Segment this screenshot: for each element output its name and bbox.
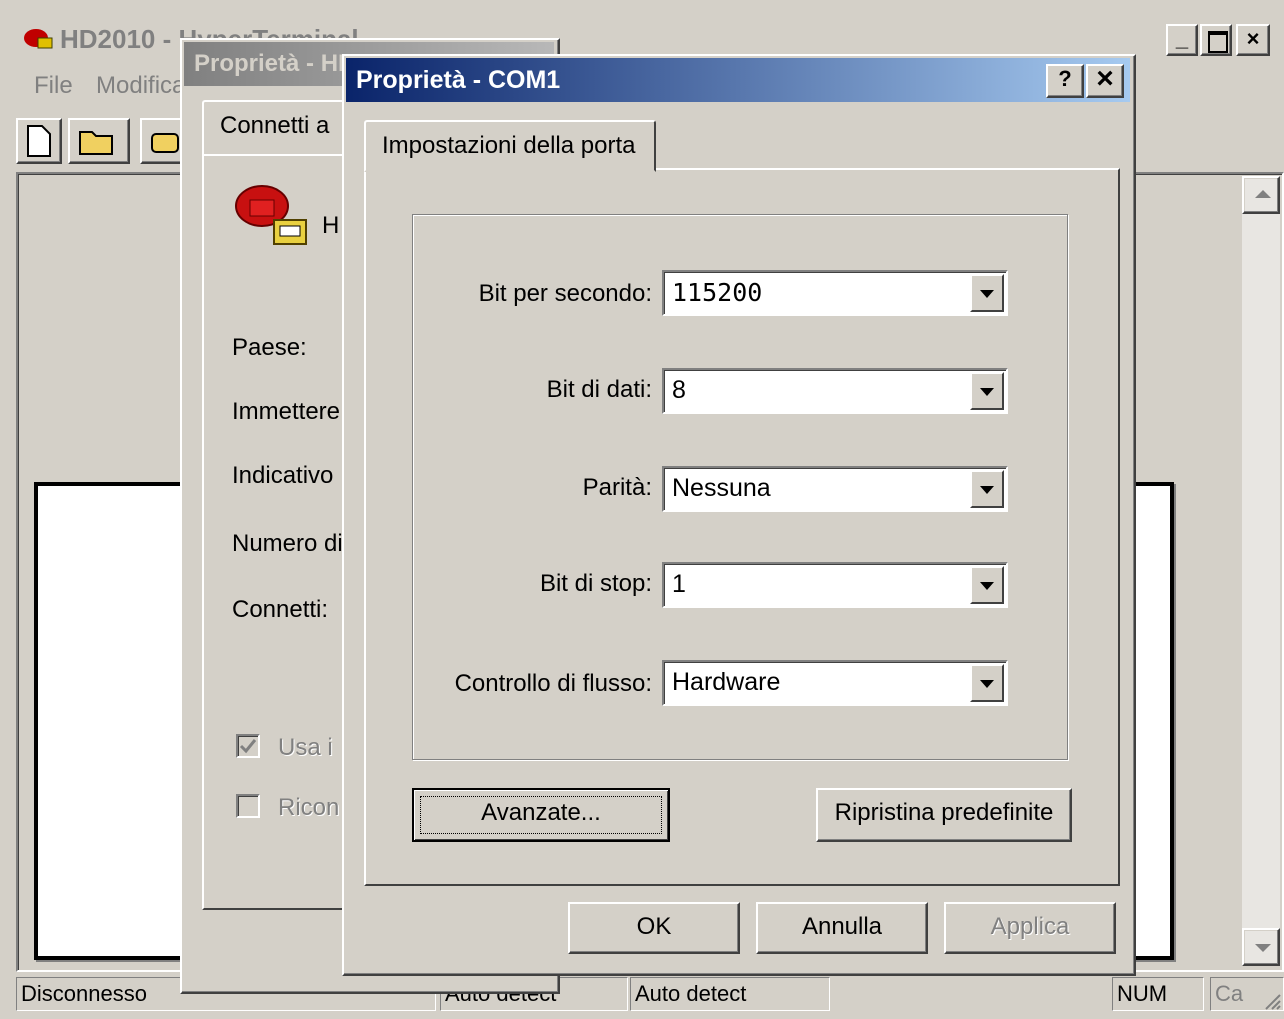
ok-button[interactable]: OK bbox=[568, 902, 740, 954]
bit-per-secondo-select[interactable]: 115200 bbox=[662, 270, 1008, 316]
parita-value: Nessuna bbox=[672, 474, 771, 502]
avanzate-button[interactable]: Avanzate... bbox=[412, 788, 670, 842]
status-detect-2: Auto detect bbox=[630, 977, 830, 1011]
dialog-title-bar: Proprietà - COM1 bbox=[346, 58, 1130, 102]
minimize-button[interactable]: _ bbox=[1166, 24, 1198, 56]
menu-modifica[interactable]: Modifica bbox=[96, 72, 185, 100]
parita-label: Parità: bbox=[582, 474, 652, 501]
new-file-button[interactable] bbox=[16, 118, 62, 164]
bit-di-dati-value: 8 bbox=[672, 376, 686, 404]
applica-button[interactable]: Applica bbox=[944, 902, 1116, 954]
ripristina-label: Ripristina predefinite bbox=[834, 799, 1054, 826]
status-num: NUM bbox=[1112, 977, 1204, 1011]
ok-label: OK bbox=[636, 913, 672, 940]
controllo-flusso-select[interactable]: Hardware bbox=[662, 660, 1008, 706]
field-numero-label: Numero di bbox=[232, 530, 343, 557]
back-checkbox-1-label: Usa i bbox=[278, 734, 333, 761]
tab-impostazioni-porta[interactable]: Impostazioni della porta bbox=[364, 120, 656, 172]
chevron-down-icon[interactable] bbox=[970, 372, 1004, 410]
vertical-scrollbar[interactable] bbox=[1242, 176, 1280, 966]
scroll-up-button[interactable] bbox=[1242, 176, 1280, 214]
chevron-down-icon[interactable] bbox=[970, 664, 1004, 702]
bit-di-stop-value: 1 bbox=[672, 570, 686, 598]
annulla-label: Annulla bbox=[801, 913, 883, 940]
bit-per-secondo-label: Bit per secondo: bbox=[478, 280, 652, 307]
applica-label: Applica bbox=[990, 913, 1070, 940]
annulla-button[interactable]: Annulla bbox=[756, 902, 928, 954]
chevron-down-icon[interactable] bbox=[970, 274, 1004, 312]
controllo-flusso-label: Controllo di flusso: bbox=[454, 670, 652, 697]
ripristina-predefinite-button[interactable]: Ripristina predefinite bbox=[816, 788, 1072, 842]
field-paese-label: Paese: bbox=[232, 334, 307, 361]
main-close-button[interactable]: × bbox=[1236, 24, 1270, 56]
parita-select[interactable]: Nessuna bbox=[662, 466, 1008, 512]
resize-grip-icon[interactable] bbox=[1262, 990, 1282, 1010]
com1-properties-dialog: Proprietà - COM1 ? × Impostazioni della … bbox=[342, 54, 1136, 976]
controllo-flusso-value: Hardware bbox=[672, 668, 781, 696]
phone-icon bbox=[232, 176, 312, 256]
back-checkbox-2[interactable] bbox=[236, 794, 260, 818]
maximize-button[interactable] bbox=[1200, 24, 1232, 56]
bit-di-stop-label: Bit di stop: bbox=[539, 570, 652, 597]
field-connetti-label: Connetti: bbox=[232, 596, 329, 623]
chevron-down-icon[interactable] bbox=[970, 470, 1004, 508]
dialog-close-button[interactable]: × bbox=[1086, 64, 1124, 98]
scroll-down-button[interactable] bbox=[1242, 928, 1280, 966]
bit-di-dati-select[interactable]: 8 bbox=[662, 368, 1008, 414]
bit-per-secondo-value: 115200 bbox=[672, 278, 763, 307]
help-button[interactable]: ? bbox=[1046, 64, 1084, 98]
dialog-title: Proprietà - COM1 bbox=[356, 66, 561, 94]
back-tab-label: Connetti a bbox=[220, 112, 330, 139]
back-checkbox-1[interactable] bbox=[236, 734, 260, 758]
field-immettere-label: Immettere bbox=[232, 398, 341, 425]
bit-di-stop-select[interactable]: 1 bbox=[662, 562, 1008, 608]
tab-label: Impostazioni della porta bbox=[382, 132, 636, 159]
menu-file[interactable]: File bbox=[34, 72, 73, 100]
back-icon-label: H bbox=[322, 212, 340, 239]
back-checkbox-2-label: Ricon bbox=[278, 794, 340, 821]
bit-di-dati-label: Bit di dati: bbox=[546, 376, 652, 403]
chevron-down-icon[interactable] bbox=[970, 566, 1004, 604]
field-indicativo-label: Indicativo bbox=[232, 462, 334, 489]
open-file-button[interactable] bbox=[68, 118, 130, 164]
app-icon bbox=[22, 24, 54, 54]
